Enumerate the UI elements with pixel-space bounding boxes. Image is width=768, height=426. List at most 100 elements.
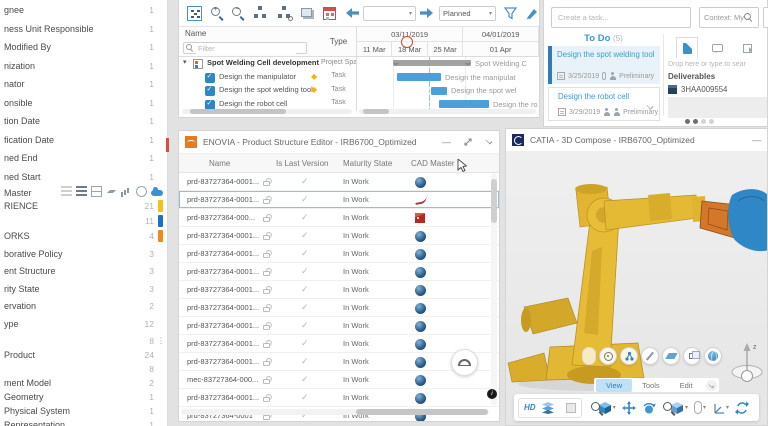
- drag-handle[interactable]: [582, 347, 596, 365]
- render-style-icon[interactable]: [541, 401, 555, 414]
- globe-view-icon[interactable]: [136, 186, 147, 197]
- name-column-header[interactable]: Name: [185, 29, 206, 38]
- minimize-button[interactable]: —: [752, 135, 761, 145]
- chart-view-icon[interactable]: [121, 186, 132, 197]
- rows-view-icon[interactable]: [61, 186, 72, 197]
- list-view-icon[interactable]: [76, 186, 87, 197]
- zoom-in-icon[interactable]: +: [210, 6, 224, 20]
- tabs-collapse-icon[interactable]: [706, 380, 717, 391]
- calendar-icon[interactable]: [323, 7, 336, 20]
- type-column-header[interactable]: Type: [321, 37, 356, 46]
- part-name[interactable]: prd-83727364-0001...: [187, 339, 259, 348]
- task-title[interactable]: Design the spot welding tool: [557, 50, 658, 59]
- gantt-row[interactable]: Design the spot welding tool ◆ Task Desi…: [179, 84, 539, 98]
- table-row[interactable]: prd-83727364-0001... ✓ In Work: [179, 281, 499, 299]
- tab-comments[interactable]: [706, 37, 728, 59]
- format-brush-icon[interactable]: [525, 7, 539, 20]
- horizontal-scrollbar[interactable]: [181, 409, 489, 415]
- layers-icon[interactable]: [301, 7, 314, 19]
- deliverable-name[interactable]: 3HAA009554: [681, 85, 727, 94]
- facet-row[interactable]: 11: [0, 213, 167, 228]
- part-name[interactable]: prd-83727364-0001...: [187, 231, 259, 240]
- zoom-out-icon[interactable]: −: [231, 6, 245, 20]
- minimize-button[interactable]: —: [442, 137, 451, 147]
- pagination-dot[interactable]: [709, 119, 714, 124]
- facet-row[interactable]: ned End 1: [0, 149, 167, 168]
- facet-row[interactable]: RIENCE 21: [0, 198, 167, 213]
- 3d-viewport[interactable]: z View Tools Edit HD: [506, 151, 767, 425]
- table-row[interactable]: prd-83727364-0001... ✓ In Work: [179, 299, 499, 317]
- section-button[interactable]: [662, 347, 680, 365]
- range-select[interactable]: ▾: [363, 6, 416, 21]
- filter-field[interactable]: [183, 42, 307, 54]
- part-name[interactable]: prd-83727364-0001...: [187, 195, 259, 204]
- overflow-kebab-icon[interactable]: ⋮: [157, 337, 165, 346]
- filter-input[interactable]: [196, 43, 296, 54]
- scrollbar-thumb[interactable]: [491, 179, 497, 223]
- facet-row[interactable]: nization 1: [0, 57, 167, 76]
- part-name[interactable]: prd-83727364-0001...: [187, 393, 259, 402]
- assistant-cloud-button[interactable]: [451, 349, 478, 376]
- ghost-render-icon[interactable]: [566, 403, 576, 413]
- gantt-bar[interactable]: [431, 87, 447, 95]
- expand-caret-icon[interactable]: ▾: [183, 58, 187, 66]
- gantt-row[interactable]: ▾ Spot Welding Cell development Project …: [179, 57, 539, 71]
- collapse-chevron-icon[interactable]: [485, 138, 493, 146]
- facet-row[interactable]: Physical System 1: [0, 404, 167, 418]
- environment-button[interactable]: [704, 347, 722, 365]
- facet-row[interactable]: ervation 2: [0, 298, 167, 316]
- table-row[interactable]: prd-83727364-0001... ✓ In Work: [179, 245, 499, 263]
- vertical-scrollbar[interactable]: [491, 173, 497, 405]
- scrollbar-thumb[interactable]: [363, 109, 389, 114]
- facet-row[interactable]: Representation 1: [0, 418, 167, 426]
- axis-system-icon[interactable]: ▾: [712, 402, 729, 414]
- column-header-maturity-state[interactable]: Maturity State: [343, 159, 392, 168]
- facet-row[interactable]: gnee 1: [0, 1, 167, 20]
- table-row[interactable]: prd-83727364-0001... ✓ In Work: [179, 227, 499, 245]
- facet-row[interactable]: Geometry 1: [0, 390, 167, 404]
- table-row[interactable]: prd-83727364-0001... ✓ In Work: [179, 389, 499, 407]
- facet-row[interactable]: fication Date 1: [0, 131, 167, 150]
- facet-row[interactable]: rity State 3: [0, 280, 167, 298]
- zoom-icon[interactable]: [662, 401, 664, 415]
- create-task-field[interactable]: [551, 7, 691, 28]
- filter-icon[interactable]: [504, 7, 517, 20]
- column-header-name[interactable]: Name: [209, 159, 230, 168]
- table-view-icon[interactable]: [91, 186, 102, 197]
- part-name[interactable]: prd-83727364-0001...: [187, 177, 259, 186]
- facet-row[interactable]: ORKS 4: [0, 228, 167, 243]
- tab-tools[interactable]: Tools: [632, 379, 670, 392]
- column-header-is-last-version[interactable]: Is Last Version: [276, 159, 328, 168]
- manipulate-button[interactable]: [620, 347, 638, 365]
- info-badge[interactable]: i: [487, 389, 497, 399]
- center-view-button[interactable]: [599, 347, 617, 365]
- pagination-dot[interactable]: [693, 119, 698, 124]
- facet-row[interactable]: ent Structure 3: [0, 263, 167, 281]
- timeline-scrollbar[interactable]: [359, 109, 536, 114]
- facet-row[interactable]: tion Date 1: [0, 112, 167, 131]
- task-name[interactable]: Design the robot cell: [219, 99, 287, 108]
- facet-row[interactable]: onsible 1: [0, 94, 167, 113]
- task-name[interactable]: Design the spot welding tool: [219, 85, 313, 94]
- gantt-bar[interactable]: [397, 73, 441, 81]
- deliverable-item[interactable]: 3HAA009554: [668, 83, 767, 96]
- left-pane-scrollbar[interactable]: [182, 109, 352, 114]
- table-row[interactable]: prd-83727364-0001... ✓ In Work: [179, 263, 499, 281]
- todo-task-card[interactable]: Design the robot cell 3/29/2019 Prelimin…: [548, 87, 660, 121]
- table-row[interactable]: prd-83727364-000... ✓ In Work: [179, 209, 499, 227]
- context-search-field[interactable]: Context: My: [699, 7, 759, 28]
- task-title[interactable]: Design the robot cell: [558, 92, 657, 101]
- next-period-button[interactable]: [420, 8, 433, 18]
- tab-share[interactable]: [736, 37, 758, 59]
- part-name[interactable]: prd-83727364-0001...: [187, 285, 259, 294]
- part-name[interactable]: prd-83727364-0001...: [187, 267, 259, 276]
- facet-row[interactable]: ness Unit Responsible 1: [0, 20, 167, 39]
- drop-zone-hint[interactable]: Drop here or type to sear: [668, 61, 765, 68]
- create-task-input[interactable]: [556, 12, 686, 23]
- assignees-tree-icon[interactable]: [253, 6, 267, 20]
- facet-row[interactable]: nator 1: [0, 75, 167, 94]
- sort-icon[interactable]: [106, 186, 117, 197]
- section-capsule-icon[interactable]: ▾: [694, 401, 706, 414]
- scrollbar-thumb[interactable]: [190, 109, 286, 114]
- facet-row[interactable]: 8: [0, 362, 167, 376]
